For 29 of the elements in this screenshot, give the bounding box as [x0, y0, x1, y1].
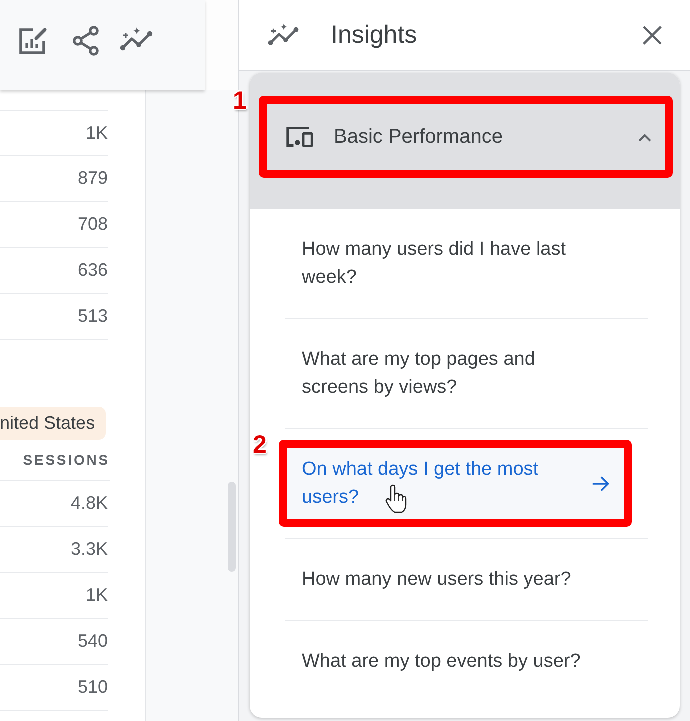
callout-number: 1: [233, 89, 247, 114]
insights-icon[interactable]: [120, 27, 154, 53]
column-header: SESSIONS: [0, 440, 110, 481]
table-cell: 4.8K: [0, 481, 108, 527]
table-cell: 1K: [0, 110, 108, 156]
insights-icon: [268, 22, 300, 48]
question-item[interactable]: How many new users this year?: [287, 558, 624, 601]
question-item[interactable]: What are my top events by user?: [287, 640, 624, 683]
close-icon[interactable]: [642, 24, 663, 46]
question-item[interactable]: What are my top pages and screens by views?: [287, 338, 624, 409]
callout-number: 2: [253, 433, 267, 458]
pointer-cursor-icon: [385, 484, 407, 514]
table-cell: 510: [0, 665, 108, 711]
question-item[interactable]: On what days I get the most users?: [287, 448, 624, 519]
arrow-right-icon: [592, 474, 610, 492]
filter-chip: nited States: [0, 407, 106, 440]
table-cell: 708: [0, 202, 108, 248]
edit-chart-icon[interactable]: [18, 26, 48, 56]
section-header[interactable]: Basic Performance: [267, 104, 665, 170]
table-cell: 1K: [0, 573, 108, 619]
table-cell: 513: [0, 294, 108, 340]
table-cell: 540: [0, 619, 108, 665]
table-cell: 879: [0, 156, 108, 202]
question-item[interactable]: How many users did I have last week?: [287, 228, 624, 299]
table-cell: 3.3K: [0, 527, 108, 573]
scrollbar-thumb[interactable]: [228, 482, 236, 572]
panel-title: Insights: [331, 20, 418, 50]
table-cell: 636: [0, 248, 108, 294]
share-icon[interactable]: [72, 26, 100, 56]
